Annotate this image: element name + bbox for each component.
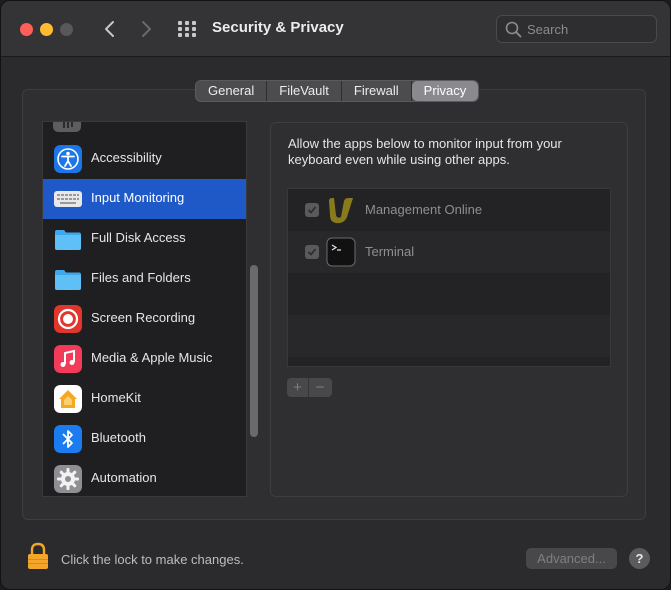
sidebar-scrollbar[interactable] [250,265,258,437]
empty-row [288,273,610,315]
sidebar-item-media-apple-music[interactable]: Media & Apple Music [43,339,246,379]
chevron-left-icon [105,21,114,37]
music-icon [54,345,82,373]
sidebar-item-label: Full Disk Access [91,230,186,245]
sidebar-item-homekit[interactable]: HomeKit [43,379,246,419]
tab-firewall[interactable]: Firewall [342,81,412,101]
app-name: Management Online [365,202,483,217]
sidebar-item-label: Input Monitoring [91,190,185,205]
help-button[interactable]: ? [629,548,650,569]
folder-icon [55,270,81,290]
remove-app-button[interactable]: − [309,378,331,397]
tab-general[interactable]: General [196,81,268,101]
advanced-button[interactable]: Advanced... [526,548,617,569]
sidebar-item-label: Media & Apple Music [91,350,213,365]
app-list: Management Online Terminal [287,188,611,367]
search-icon [505,21,522,38]
sidebar-item-bluetooth[interactable]: Bluetooth [43,419,246,459]
sidebar-item-screen-recording[interactable]: Screen Recording [43,299,246,339]
search-field[interactable] [496,15,657,43]
screen-recording-icon [54,305,82,333]
home-icon [54,385,82,413]
add-app-button[interactable]: + [287,378,309,397]
checkmark-icon [307,206,317,214]
minimize-window-button[interactable] [40,23,53,36]
sidebar-item-label: Files and Folders [91,270,191,285]
terminal-icon [326,237,356,267]
sidebar-item-label: HomeKit [91,390,141,405]
partial-list-item [53,122,81,132]
sidebar-item-label: Screen Recording [91,310,196,325]
search-input[interactable] [527,20,649,38]
app-row-management-online: Management Online [288,189,610,231]
management-online-icon [329,198,353,224]
sidebar-item-label: Bluetooth [91,430,146,445]
privacy-category-list[interactable]: Accessibility Input Monitoring Full Disk… [42,121,247,497]
app-checkbox[interactable] [305,245,319,259]
forward-button[interactable] [133,16,159,42]
sidebar-item-input-monitoring[interactable]: Input Monitoring [43,179,246,219]
lock-instruction: Click the lock to make changes. [61,552,244,567]
sidebar-item-label: Accessibility [91,150,162,165]
grid-icon [178,21,196,37]
title-bar: Security & Privacy [1,1,670,57]
keyboard-icon [54,191,82,207]
bluetooth-icon [54,425,82,453]
gear-icon [54,465,82,493]
close-window-button[interactable] [20,23,33,36]
show-all-button[interactable] [176,18,198,40]
sidebar-item-files-and-folders[interactable]: Files and Folders [43,259,246,299]
sidebar-item-label: Automation [91,470,157,485]
empty-row [288,315,610,357]
sidebar-item-automation[interactable]: Automation [43,459,246,496]
accessibility-icon [54,145,82,173]
app-name: Terminal [365,244,415,259]
panel-description: Allow the apps below to monitor input fr… [288,136,562,167]
app-row-terminal: Terminal [288,231,610,273]
lock-icon[interactable] [27,542,49,570]
security-privacy-window: Security & Privacy General FileVault Fir… [0,0,671,590]
sidebar-item-full-disk-access[interactable]: Full Disk Access [43,219,246,259]
add-remove-control: + − [287,378,332,397]
sidebar-item-accessibility[interactable]: Accessibility [43,139,246,179]
app-checkbox[interactable] [305,203,319,217]
folder-icon [55,230,81,250]
zoom-window-button[interactable] [60,23,73,36]
window-title: Security & Privacy [212,19,344,36]
checkmark-icon [307,248,317,256]
speech-recognition-icon [53,122,81,132]
tab-bar: General FileVault Firewall Privacy [195,80,480,102]
tab-privacy[interactable]: Privacy [411,81,479,101]
chevron-right-icon [142,21,151,37]
tab-filevault[interactable]: FileVault [267,81,342,101]
back-button[interactable] [97,16,123,42]
